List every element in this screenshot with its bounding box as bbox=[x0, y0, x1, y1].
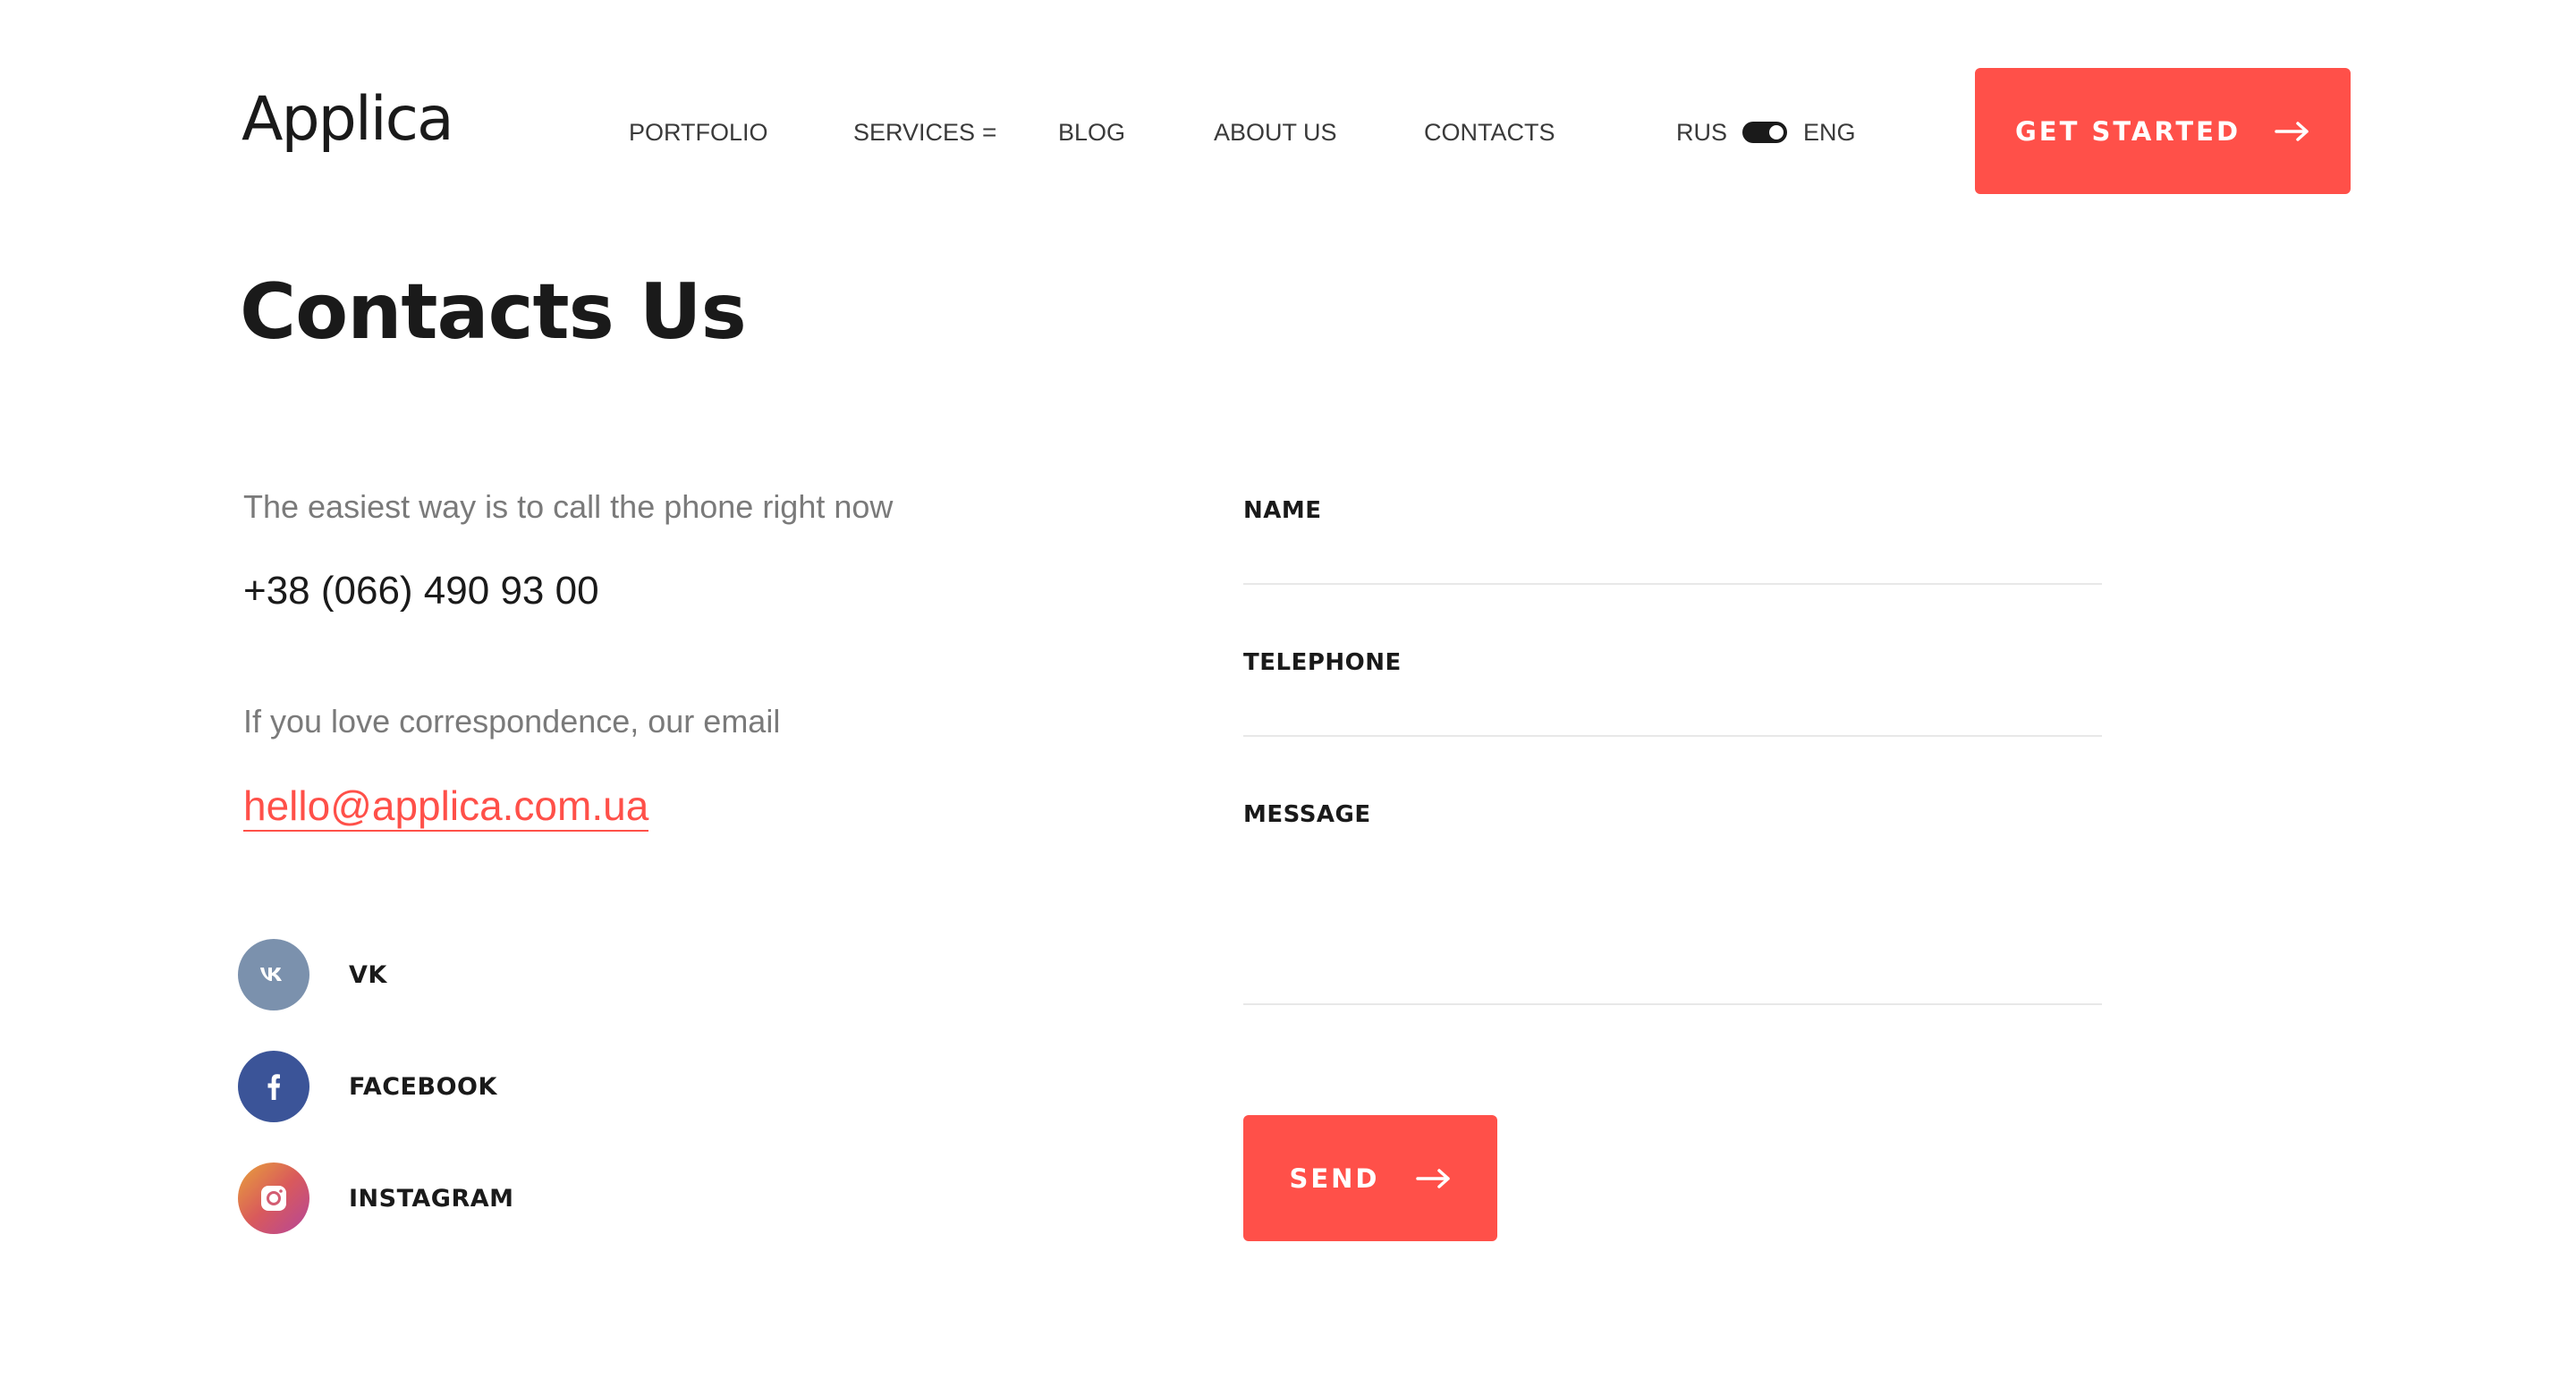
nav-item-portfolio[interactable]: PORTFOLIO bbox=[629, 114, 768, 150]
nav-item-services[interactable]: SERVICES bbox=[853, 114, 975, 150]
vk-icon bbox=[238, 939, 309, 1010]
toggle-knob bbox=[1769, 125, 1784, 140]
nav-item-about-us[interactable]: ABOUT US bbox=[1214, 114, 1337, 150]
send-button[interactable]: SEND bbox=[1243, 1115, 1497, 1241]
social-link-vk[interactable]: VK bbox=[238, 939, 387, 1010]
message-textarea[interactable] bbox=[1243, 882, 2102, 998]
social-link-facebook[interactable]: FACEBOOK bbox=[238, 1051, 497, 1122]
services-menu-icon[interactable]: = bbox=[982, 114, 996, 150]
facebook-icon bbox=[238, 1051, 309, 1122]
message-label: MESSAGE bbox=[1243, 801, 1371, 828]
nav-item-contacts[interactable]: CONTACTS bbox=[1424, 114, 1555, 150]
message-field: MESSAGE bbox=[1243, 801, 2102, 1005]
telephone-field: TELEPHONE bbox=[1243, 649, 2102, 737]
get-started-label: GET STARTED bbox=[2014, 115, 2241, 147]
language-toggle[interactable] bbox=[1742, 122, 1788, 143]
instagram-icon bbox=[238, 1162, 309, 1234]
social-label-facebook: FACEBOOK bbox=[349, 1072, 497, 1101]
arrow-right-icon bbox=[1415, 1168, 1450, 1188]
name-label: NAME bbox=[1243, 497, 1322, 524]
lang-label-eng[interactable]: ENG bbox=[1803, 114, 1856, 150]
telephone-input[interactable] bbox=[1243, 699, 2102, 730]
contacts-page: Applica PORTFOLIO SERVICES = BLOG ABOUT … bbox=[0, 0, 2576, 1395]
language-switcher: RUS ENG bbox=[1676, 114, 1856, 150]
nav-item-blog[interactable]: BLOG bbox=[1058, 114, 1125, 150]
send-label: SEND bbox=[1289, 1162, 1380, 1194]
social-label-instagram: INSTAGRAM bbox=[349, 1184, 514, 1213]
social-link-instagram[interactable]: INSTAGRAM bbox=[238, 1162, 514, 1234]
arrow-right-icon bbox=[2275, 121, 2309, 141]
name-field: NAME bbox=[1243, 497, 2102, 585]
applica-logo[interactable]: Applica bbox=[242, 89, 454, 150]
email-link[interactable]: hello@applica.com.ua bbox=[243, 782, 649, 832]
email-intro-text: If you love correspondence, our email bbox=[243, 703, 781, 740]
lang-label-rus[interactable]: RUS bbox=[1676, 114, 1727, 150]
phone-intro-text: The easiest way is to call the phone rig… bbox=[243, 488, 894, 525]
name-input[interactable] bbox=[1243, 547, 2102, 578]
get-started-button[interactable]: GET STARTED bbox=[1975, 68, 2351, 194]
page-title: Contacts Us bbox=[240, 267, 747, 357]
phone-number[interactable]: +38 (066) 490 93 00 bbox=[243, 569, 599, 613]
telephone-label: TELEPHONE bbox=[1243, 649, 1402, 676]
social-label-vk: VK bbox=[349, 960, 387, 989]
